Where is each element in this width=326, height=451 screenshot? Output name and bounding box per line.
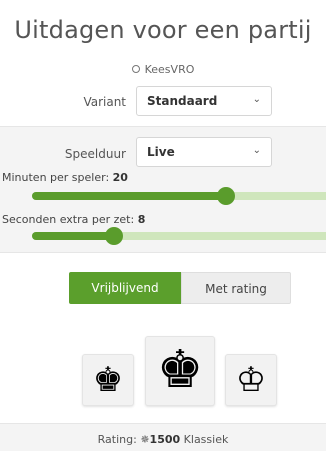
- opponent: KeesVRO: [0, 63, 326, 76]
- casual-button[interactable]: Vrijblijvend: [69, 272, 181, 304]
- variant-select[interactable]: Standaard ⌄: [136, 86, 272, 116]
- minutes-value: 20: [112, 171, 128, 184]
- chevron-down-icon: ⌄: [252, 145, 261, 156]
- minutes-label: Minuten per speler: 20: [2, 171, 128, 184]
- play-random-button[interactable]: ♚: [145, 336, 215, 406]
- increment-value: 8: [137, 213, 146, 226]
- page-title: Uitdagen voor een partij: [14, 16, 312, 44]
- rating-footer: Rating: ✵1500 Klassiek: [0, 423, 326, 451]
- variant-label: Variant: [83, 95, 126, 109]
- time-control-value: Live: [147, 145, 175, 159]
- time-control-label: Speelduur: [64, 147, 126, 161]
- opponent-name: KeesVRO: [144, 63, 195, 76]
- circle-outline-icon: [131, 65, 140, 73]
- rating-prefix: Rating:: [97, 433, 137, 446]
- minutes-slider[interactable]: [32, 187, 326, 205]
- chevron-down-icon: ⌄: [252, 94, 261, 105]
- play-black-button[interactable]: ♚: [82, 354, 134, 406]
- minutes-slider-fill: [32, 192, 227, 200]
- black-king-icon: ♚: [92, 360, 124, 400]
- minutes-slider-handle[interactable]: [217, 187, 236, 205]
- time-control-select[interactable]: Live ⌄: [136, 137, 272, 167]
- increment-slider-fill: [32, 232, 115, 240]
- rating-mode-toggle: Vrijblijvend Met rating: [69, 272, 291, 304]
- variant-value: Standaard: [147, 94, 218, 108]
- fide-star-icon: ✵: [140, 433, 150, 446]
- white-king-icon: ♔: [235, 360, 267, 400]
- increment-label: Seconden extra per zet: 8: [2, 213, 146, 226]
- rating-value: 1500: [149, 433, 181, 446]
- rating-category: Klassiek: [183, 433, 229, 446]
- rated-button[interactable]: Met rating: [181, 272, 291, 304]
- increment-slider[interactable]: [32, 227, 326, 245]
- black-king-icon: ♚: [156, 340, 204, 400]
- play-white-button[interactable]: ♔: [225, 354, 277, 406]
